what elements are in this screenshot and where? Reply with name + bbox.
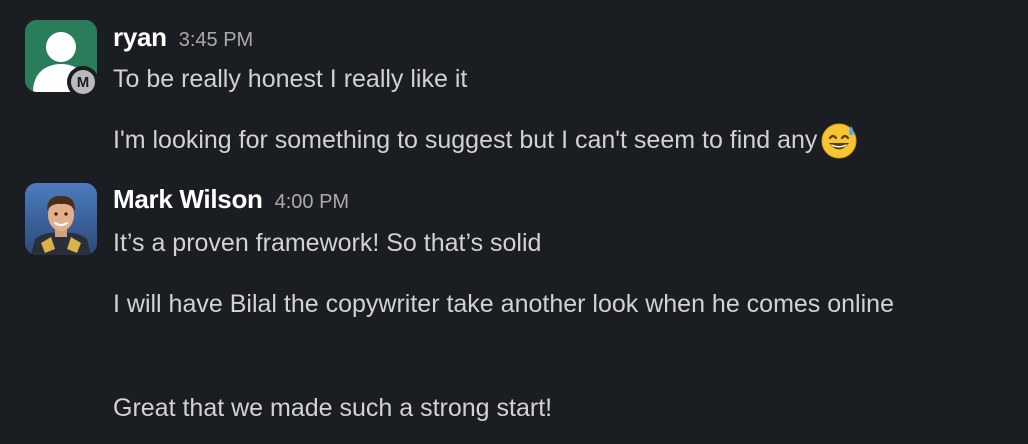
- message-list: M ryan 3:45 PM To be really honest I rea…: [0, 0, 1028, 444]
- message-text: To be really honest I really like it: [113, 65, 468, 93]
- profile-photo-icon: [25, 183, 97, 255]
- message-text: Great that we made such a strong start!: [113, 394, 553, 422]
- message-text: It’s a proven framework! So that’s solid: [113, 229, 542, 257]
- message-text: I'm looking for something to suggest but…: [113, 126, 818, 154]
- status-badge-label: M: [71, 70, 95, 94]
- grinning-face-with-sweat-icon: [821, 123, 857, 159]
- message-text-with-emoji: I'm looking for something to suggest but…: [113, 120, 859, 160]
- status-badge: M: [67, 66, 99, 98]
- message-text: I will have Bilal the copywriter take an…: [113, 290, 894, 318]
- message-header: Mark Wilson 4:00 PM: [113, 184, 349, 215]
- author-name[interactable]: Mark Wilson: [113, 184, 263, 215]
- author-name[interactable]: ryan: [113, 22, 167, 53]
- avatar[interactable]: [25, 183, 97, 255]
- timestamp[interactable]: 4:00 PM: [275, 191, 349, 214]
- message-header: ryan 3:45 PM: [113, 22, 253, 53]
- timestamp[interactable]: 3:45 PM: [179, 29, 253, 52]
